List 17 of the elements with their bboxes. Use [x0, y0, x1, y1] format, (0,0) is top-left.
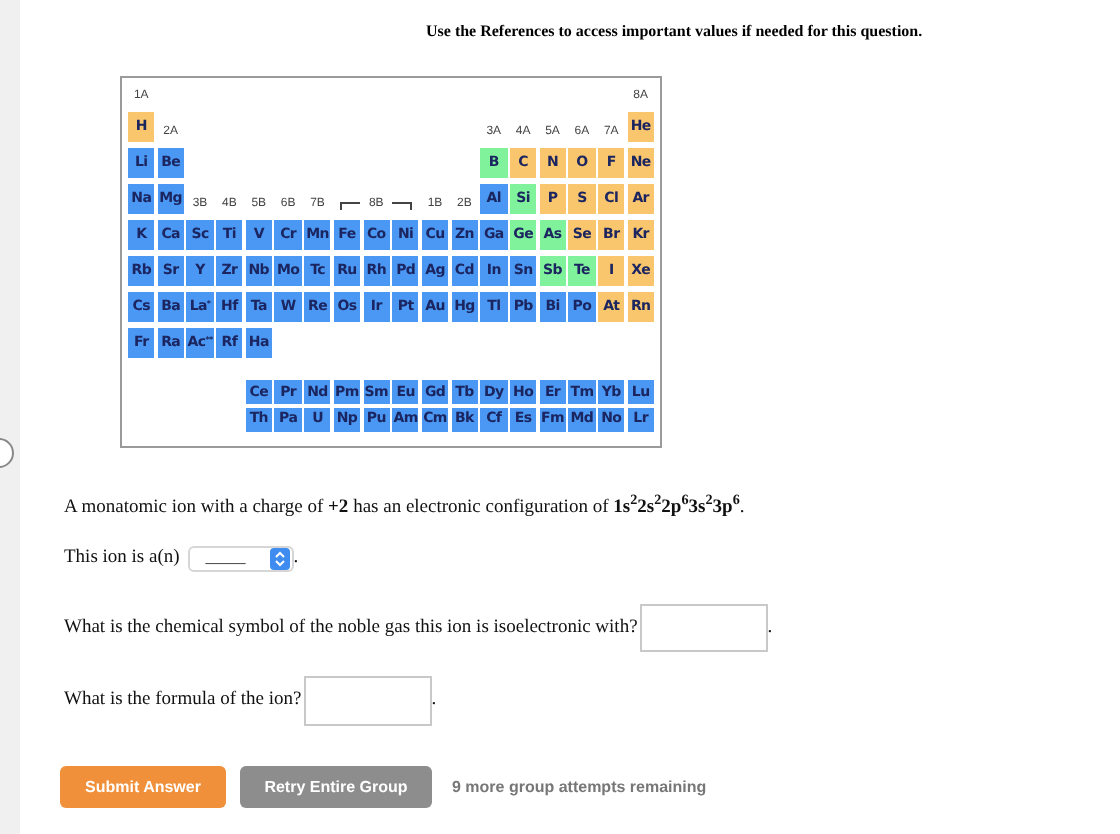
attempts-text: 9 more group attempts remaining	[452, 775, 707, 799]
bracket-line	[339, 202, 361, 210]
answer-field[interactable]	[639, 604, 768, 652]
retry-button[interactable]: Retry Entire Group	[240, 766, 432, 808]
stepper-icon	[269, 547, 290, 569]
question-text: A monatomic ion with a charge of +2 has an electronic configuration of 1s$^{2}$2s$^{2}$2p$^{6}$3s$^{2}$3p$^{6}$.	[64, 496, 747, 520]
question-text: What is the chemical symbol of the noble gas this ion is isoelectronic with?	[64, 615, 638, 642]
instruction-text: Use the References to access important values if needed for this question.	[426, 22, 925, 42]
question-text: This ion is a(n)	[64, 545, 180, 572]
punctuation: .	[431, 688, 437, 715]
punctuation: .	[293, 545, 299, 572]
submit-button[interactable]: Submit Answer	[60, 766, 226, 808]
bracket-line	[392, 202, 413, 210]
punctuation: .	[767, 615, 773, 642]
answer-field[interactable]	[303, 676, 432, 726]
question-text: What is the formula of the ion?	[64, 688, 302, 715]
answer-dropdown[interactable]: _____	[187, 545, 294, 571]
